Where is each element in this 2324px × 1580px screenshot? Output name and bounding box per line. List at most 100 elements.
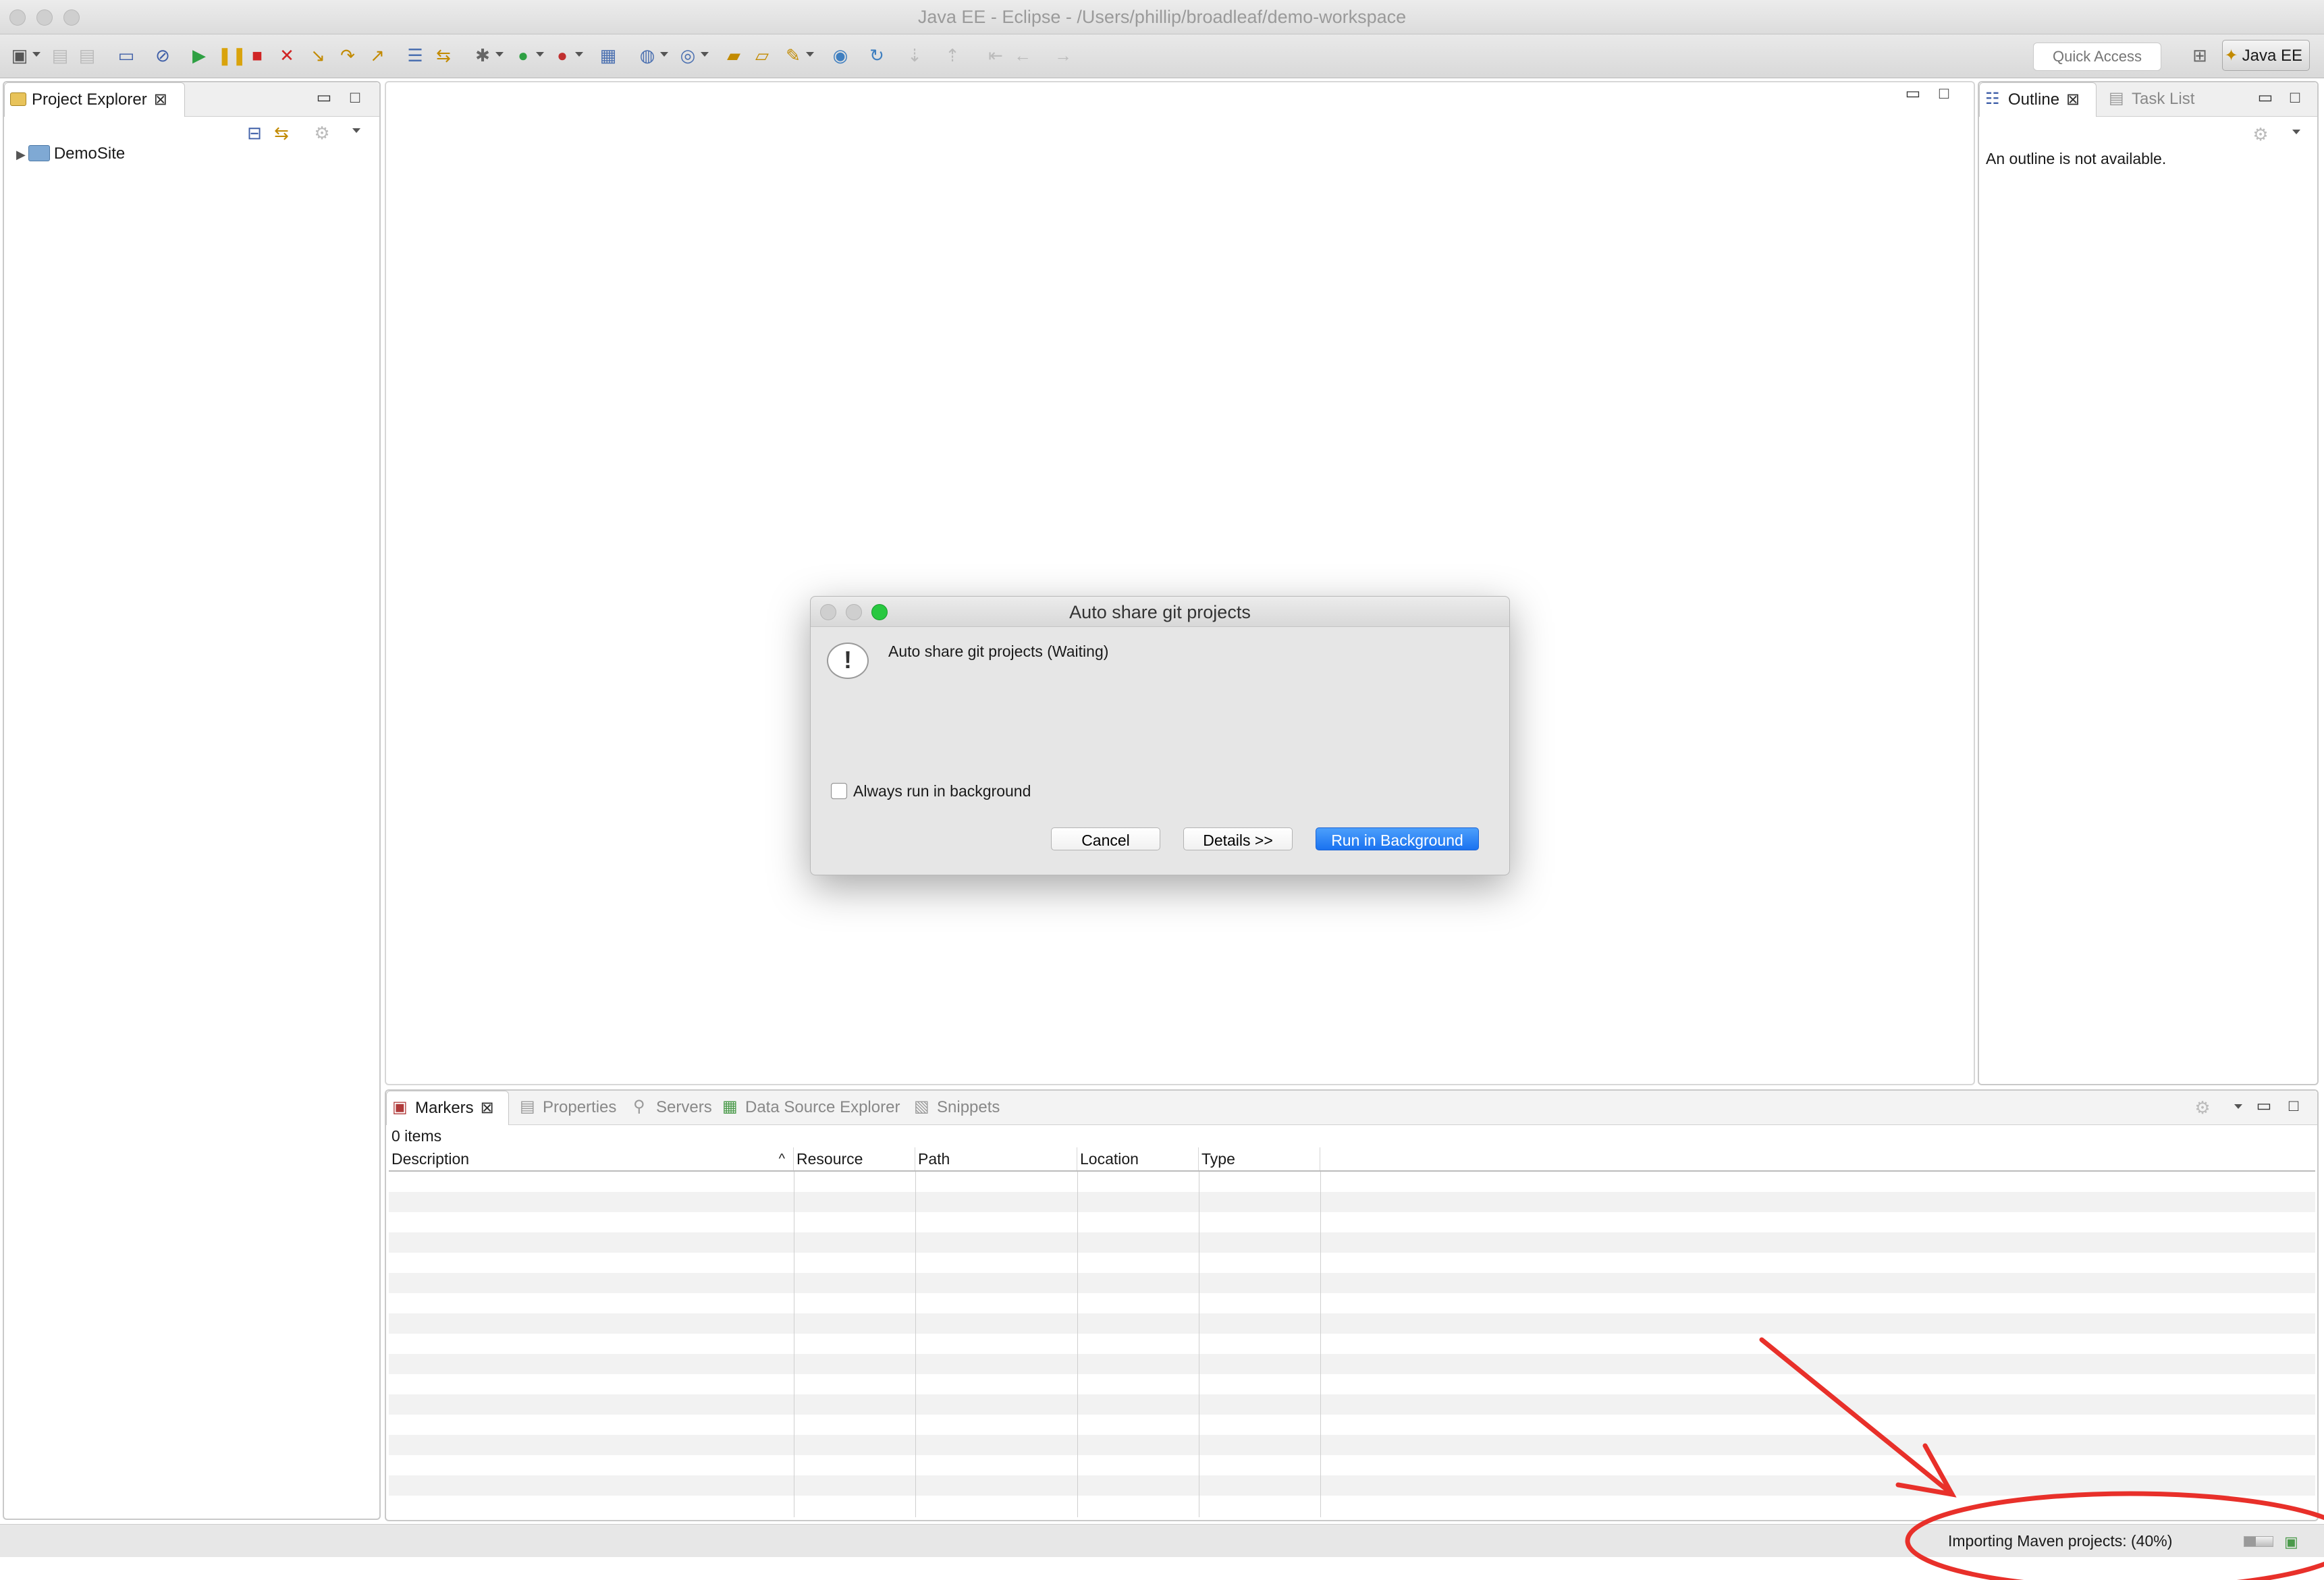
details-button[interactable]: Details >> [1183, 827, 1293, 850]
open-folder-icon[interactable]: ▰ [724, 45, 744, 65]
column-label: Type [1201, 1150, 1235, 1168]
always-run-background-checkbox[interactable] [831, 783, 847, 799]
suspend-icon[interactable]: ❚❚ [217, 45, 247, 65]
debug-dropdown-icon[interactable] [495, 52, 504, 57]
step-return-icon[interactable]: ↗ [367, 45, 387, 65]
tab-properties[interactable]: ▤ Properties [514, 1091, 616, 1124]
minimize-icon[interactable]: ▭ [316, 90, 332, 106]
tab-outline[interactable]: ☷ Outline ⊠ [1979, 82, 2097, 117]
column-header-location[interactable]: Location [1077, 1147, 1199, 1170]
tab-project-explorer[interactable]: Project Explorer ⊠ [4, 82, 185, 117]
sync-icon[interactable]: ⚙ [2192, 1097, 2213, 1118]
wand-icon[interactable]: ✎ [783, 45, 803, 65]
table-header: Description ^ Resource Path Location Type [389, 1147, 2315, 1172]
close-icon[interactable]: ⊠ [481, 1099, 494, 1117]
quick-access-input[interactable] [2033, 43, 2161, 71]
column-label: Path [918, 1150, 950, 1168]
table-row [389, 1313, 2315, 1334]
new-web-project-icon[interactable]: ◍ [637, 45, 657, 65]
tab-data-source-explorer[interactable]: ▦ Data Source Explorer [717, 1091, 900, 1124]
forward-icon[interactable]: → [1053, 45, 1073, 65]
open-type-icon[interactable]: ⇆ [433, 45, 454, 65]
column-label: Resource [796, 1150, 863, 1168]
close-icon[interactable]: ⊠ [154, 90, 167, 109]
web-service-dropdown-icon[interactable] [701, 52, 709, 57]
perspective-java-ee-button[interactable]: ✦ Java EE [2222, 40, 2310, 71]
editor-maximize-icon[interactable]: □ [1936, 86, 1952, 102]
properties-icon: ▤ [520, 1097, 535, 1116]
next-annotation-icon[interactable]: ⇣ [904, 45, 925, 65]
new-server-icon[interactable]: ▦ [598, 45, 618, 65]
save-icon[interactable]: ▤ [50, 45, 70, 65]
prev-annotation-icon[interactable]: ⇡ [942, 45, 963, 65]
new-icon[interactable]: ▣ [9, 45, 30, 65]
view-menu-icon[interactable] [352, 128, 360, 133]
column-header-type[interactable]: Type [1199, 1147, 1320, 1170]
column-header-description[interactable]: Description ^ [389, 1147, 794, 1170]
sync-icon[interactable]: ⚙ [312, 123, 332, 143]
run-dropdown-icon[interactable] [536, 52, 544, 57]
external-tools-dropdown-icon[interactable] [575, 52, 583, 57]
refresh-icon[interactable]: ↻ [867, 45, 887, 65]
tab-markers[interactable]: ▣ Markers ⊠ [386, 1091, 509, 1125]
progress-bar[interactable] [2244, 1536, 2273, 1547]
open-task-icon[interactable]: ☰ [405, 45, 425, 65]
terminate-icon[interactable]: ■ [247, 45, 267, 65]
column-header-path[interactable]: Path [915, 1147, 1077, 1170]
resume-icon[interactable]: ▶ [189, 45, 209, 65]
tab-servers[interactable]: ⚲ Servers [628, 1091, 712, 1124]
step-over-icon[interactable]: ↷ [337, 45, 358, 65]
minimize-icon[interactable]: ▭ [2257, 90, 2273, 106]
sync-icon[interactable]: ⚙ [2250, 124, 2271, 144]
disconnect-icon[interactable]: ✕ [277, 45, 297, 65]
maximize-icon[interactable]: □ [347, 90, 363, 106]
progress-view-icon[interactable]: ▣ [2284, 1533, 2298, 1551]
tree-item-demosite[interactable]: ▶ DemoSite [16, 144, 125, 163]
editor-area: ▭ □ [385, 81, 1975, 1085]
sort-ascending-icon: ^ [778, 1151, 785, 1166]
open-file-icon[interactable]: ▱ [752, 45, 772, 65]
external-tools-icon[interactable]: ● [552, 45, 572, 65]
table-row [389, 1232, 2315, 1253]
run-in-background-button[interactable]: Run in Background [1316, 827, 1479, 850]
window-title: Java EE - Eclipse - /Users/phillip/broad… [917, 7, 1407, 27]
debug-icon[interactable]: ✱ [472, 45, 493, 65]
tab-task-list[interactable]: ▤ Task List [2103, 82, 2194, 116]
warning-icon: ! [827, 643, 869, 679]
collapse-all-icon[interactable]: ⊟ [244, 123, 265, 143]
outline-panel: ☷ Outline ⊠ ▤ Task List ▭ □ ⚙ An outline is… [1978, 81, 2319, 1085]
minimize-icon[interactable]: ▭ [2256, 1098, 2272, 1114]
dialog-message: Auto share git projects (Waiting) [888, 643, 1109, 660]
globe-icon[interactable]: ◉ [830, 45, 850, 65]
cancel-button[interactable]: Cancel [1051, 827, 1160, 850]
auto-share-dialog: Auto share git projects ! Auto share git… [810, 596, 1510, 875]
perspective-icon: ✦ [2224, 47, 2238, 65]
skip-breakpoints-icon[interactable]: ⊘ [153, 45, 173, 65]
column-divider [1320, 1172, 1321, 1517]
maximize-icon[interactable]: □ [2286, 1098, 2302, 1114]
view-menu-icon[interactable] [2234, 1104, 2242, 1109]
always-run-background-label[interactable]: Always run in background [853, 782, 1031, 800]
save-all-icon[interactable]: ▤ [77, 45, 97, 65]
tab-snippets[interactable]: ▧ Snippets [909, 1091, 1000, 1124]
editor-minimize-icon[interactable]: ▭ [1905, 86, 1921, 102]
web-service-icon[interactable]: ◎ [678, 45, 698, 65]
main-toolbar: ▣ ▤ ▤ ▭ ⊘ ▶ ❚❚ ■ ✕ ↘ ↷ ↗ ☰ ⇆ ✱ ● ● ▦ ◍ ◎… [0, 34, 2324, 78]
open-perspective-icon[interactable]: ⊞ [2190, 45, 2210, 65]
wand-dropdown-icon[interactable] [806, 52, 814, 57]
last-edit-icon[interactable]: ⇤ [985, 45, 1006, 65]
column-header-resource[interactable]: Resource [794, 1147, 915, 1170]
project-explorer-icon [10, 92, 26, 106]
step-into-icon[interactable]: ↘ [308, 45, 328, 65]
link-with-editor-icon[interactable]: ⇆ [271, 123, 292, 143]
view-menu-icon[interactable] [2292, 130, 2300, 134]
run-icon[interactable]: ● [513, 45, 533, 65]
expand-arrow-icon[interactable]: ▶ [16, 148, 26, 161]
new-web-project-dropdown-icon[interactable] [660, 52, 668, 57]
progress-fill [2244, 1537, 2256, 1546]
terminal-icon[interactable]: ▭ [116, 45, 136, 65]
maximize-icon[interactable]: □ [2287, 90, 2303, 106]
new-dropdown-icon[interactable] [32, 52, 40, 57]
back-icon[interactable]: ← [1012, 45, 1033, 65]
close-icon[interactable]: ⊠ [2066, 90, 2080, 109]
